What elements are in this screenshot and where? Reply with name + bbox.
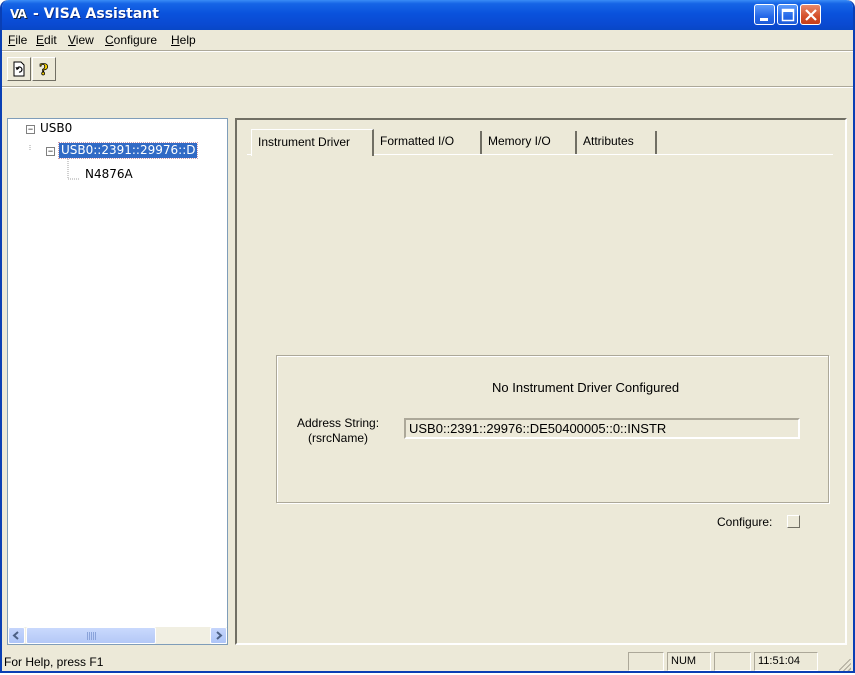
menu-file-rest: ile	[15, 33, 28, 47]
close-button[interactable]	[800, 4, 821, 25]
driver-group-box: No Instrument Driver Configured Address …	[276, 355, 829, 503]
window-title: - VISA Assistant	[33, 6, 159, 22]
menu-configure[interactable]: Configure	[105, 33, 157, 47]
help-button[interactable]: ?	[32, 57, 56, 81]
scroll-left-button[interactable]	[8, 627, 25, 644]
help-question-icon: ?	[39, 61, 49, 77]
minimize-button[interactable]	[754, 4, 775, 25]
instrument-driver-panel: No Instrument Driver Configured Address …	[247, 154, 833, 634]
close-icon	[805, 9, 817, 21]
tree-label: USB0::2391::29976::D	[57, 142, 199, 159]
main-window: VA - VISA Assistant File Edit View Confi…	[0, 0, 855, 673]
svg-text:?: ?	[39, 61, 48, 77]
status-cell-blank	[714, 652, 751, 671]
app-icon: VA	[10, 7, 27, 21]
thumb-grip	[87, 632, 97, 640]
status-num: NUM	[667, 652, 711, 671]
horizontal-scrollbar[interactable]	[8, 627, 227, 644]
collapse-icon[interactable]: −	[26, 125, 35, 134]
title-bar[interactable]: VA - VISA Assistant	[2, 0, 853, 30]
address-string-label: Address String: (rsrcName)	[297, 416, 380, 445]
no-driver-message: No Instrument Driver Configured	[492, 380, 680, 395]
tree-label: N4876A	[85, 167, 133, 181]
menu-edit[interactable]: Edit	[36, 33, 57, 47]
detail-pane: Instrument Driver Formatted I/O Memory I…	[235, 118, 847, 645]
status-bar: For Help, press F1 NUM 11:51:04	[2, 651, 853, 671]
scroll-thumb[interactable]	[26, 627, 156, 644]
configure-button[interactable]	[787, 515, 800, 528]
collapse-icon[interactable]: −	[46, 147, 55, 156]
tab-attributes[interactable]: Attributes	[577, 131, 657, 154]
scroll-right-button[interactable]	[210, 627, 227, 644]
tab-memory-io[interactable]: Memory I/O	[482, 131, 577, 154]
chevron-right-icon	[216, 631, 223, 640]
resize-grip[interactable]	[839, 659, 851, 671]
tree-label: USB0	[40, 121, 73, 135]
tab-formatted-io[interactable]: Formatted I/O	[374, 131, 482, 154]
menu-file[interactable]: File	[8, 33, 27, 47]
status-time: 11:51:04	[754, 652, 818, 671]
status-help-text: For Help, press F1	[4, 655, 104, 669]
maximize-button[interactable]	[777, 4, 798, 25]
resource-tree[interactable]: − USB0 − USB0::2391::29976::D N4876A	[7, 118, 228, 645]
status-cell-empty	[628, 652, 664, 671]
tab-instrument-driver[interactable]: Instrument Driver	[251, 129, 374, 156]
refresh-button[interactable]	[7, 57, 31, 81]
menu-view[interactable]: View	[68, 33, 94, 47]
chevron-left-icon	[12, 631, 19, 640]
configure-label: Configure:	[717, 515, 773, 529]
address-string-field[interactable]: USB0::2391::29976::DE50400005::0::INSTR	[404, 418, 800, 439]
maximize-icon	[781, 8, 795, 22]
toolbar: ?	[2, 52, 853, 86]
menu-help[interactable]: Help	[171, 33, 196, 47]
refresh-icon	[13, 61, 25, 77]
toolbar-border	[2, 86, 853, 88]
minimize-icon	[760, 18, 768, 21]
menu-bar: File Edit View Configure Help	[2, 30, 853, 50]
